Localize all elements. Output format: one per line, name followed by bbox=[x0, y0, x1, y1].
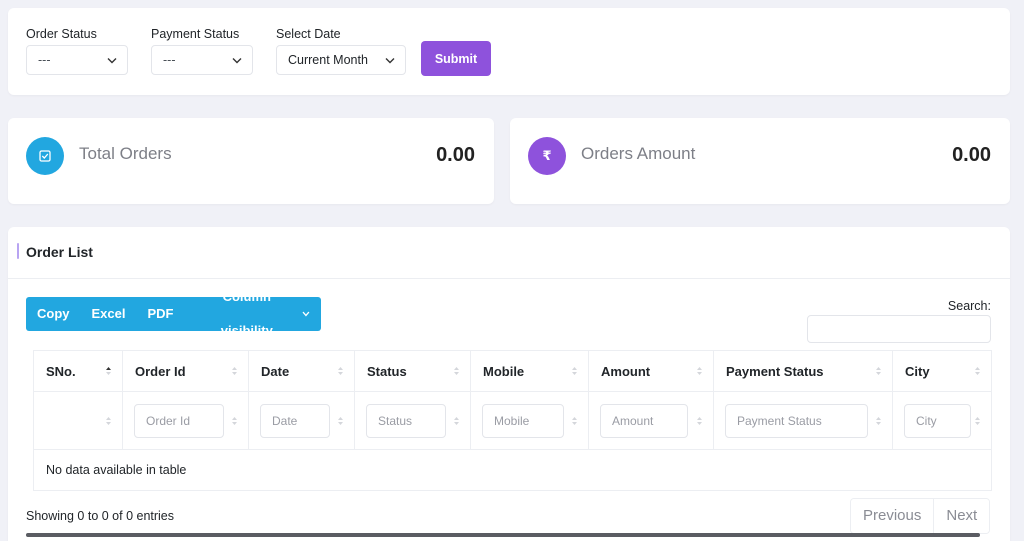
sort-icon bbox=[876, 416, 881, 425]
order-id-filter-input[interactable]: Order Id bbox=[134, 403, 224, 438]
date-filter-input[interactable]: Date bbox=[260, 403, 330, 438]
filter-cell-sno bbox=[33, 391, 123, 450]
title-accent-bar bbox=[17, 243, 19, 259]
sort-icon bbox=[454, 416, 459, 425]
order-list-card: Order List Copy Excel PDF Column visibil… bbox=[8, 227, 1010, 541]
total-orders-card: Total Orders 0.00 bbox=[8, 118, 494, 204]
chevron-down-icon bbox=[385, 57, 395, 63]
pagination: Previous Next bbox=[850, 498, 991, 534]
sort-icon bbox=[232, 367, 237, 375]
filter-cell-date: Date bbox=[248, 391, 355, 450]
city-filter-input[interactable]: City bbox=[904, 403, 971, 438]
column-header-label: City bbox=[905, 363, 930, 379]
payment-status-value: --- bbox=[163, 53, 176, 67]
mobile-filter-input[interactable]: Mobile bbox=[482, 403, 564, 438]
search-input[interactable] bbox=[807, 315, 991, 343]
order-status-value: --- bbox=[38, 53, 51, 67]
column-filter-row: Order Id Date Status Mobile Amount Payme… bbox=[33, 391, 992, 450]
sort-icon bbox=[697, 367, 702, 375]
select-date-label: Select Date bbox=[276, 27, 341, 41]
sort-icon bbox=[975, 367, 980, 375]
sort-icon bbox=[876, 367, 881, 375]
order-status-select[interactable]: --- bbox=[26, 45, 128, 75]
order-status-filter: Order Status --- bbox=[26, 27, 128, 75]
column-header-date[interactable]: Date bbox=[248, 350, 355, 392]
sort-icon bbox=[572, 367, 577, 375]
excel-button[interactable]: Excel bbox=[81, 297, 137, 331]
column-header-label: Date bbox=[261, 363, 290, 379]
checkbox-icon bbox=[26, 137, 64, 175]
chevron-down-icon bbox=[232, 57, 242, 63]
column-visibility-label: Column visibility bbox=[220, 289, 273, 338]
select-date-select[interactable]: Current Month bbox=[276, 45, 406, 75]
order-list-title: Order List bbox=[26, 244, 93, 260]
column-header-label: Mobile bbox=[483, 363, 525, 379]
horizontal-scrollbar[interactable] bbox=[26, 533, 980, 537]
column-header-label: Order Id bbox=[135, 363, 186, 379]
filter-cell-order-id: Order Id bbox=[122, 391, 249, 450]
orders-amount-card: ₹ Orders Amount 0.00 bbox=[510, 118, 1010, 204]
amount-filter-input[interactable]: Amount bbox=[600, 403, 688, 438]
sort-icon bbox=[232, 416, 237, 425]
payment-status-label: Payment Status bbox=[151, 27, 240, 41]
column-visibility-button[interactable]: Column visibility bbox=[184, 289, 321, 338]
export-button-group: Copy Excel PDF Column visibility bbox=[26, 289, 321, 338]
payment-status-filter-input[interactable]: Payment Status bbox=[725, 403, 868, 438]
chevron-down-icon bbox=[302, 311, 310, 317]
sort-icon bbox=[975, 416, 980, 425]
copy-button[interactable]: Copy bbox=[26, 297, 81, 331]
orders-amount-label: Orders Amount bbox=[581, 144, 696, 163]
order-table: SNo. Order Id Date Status Mobile Amount … bbox=[33, 350, 992, 491]
sort-icon bbox=[697, 416, 702, 425]
column-header-order-id[interactable]: Order Id bbox=[122, 350, 249, 392]
sort-icon bbox=[572, 416, 577, 425]
table-header-row: SNo. Order Id Date Status Mobile Amount … bbox=[33, 350, 992, 392]
total-orders-label: Total Orders bbox=[79, 144, 172, 163]
rupee-icon: ₹ bbox=[528, 137, 566, 175]
submit-button[interactable]: Submit bbox=[421, 41, 491, 76]
column-header-amount[interactable]: Amount bbox=[588, 350, 714, 392]
column-header-label: Payment Status bbox=[726, 363, 824, 379]
next-page-button[interactable]: Next bbox=[934, 499, 990, 533]
column-header-label: SNo. bbox=[46, 363, 76, 379]
column-header-status[interactable]: Status bbox=[354, 350, 471, 392]
orders-amount-value: 0.00 bbox=[952, 144, 991, 166]
pdf-button[interactable]: PDF bbox=[136, 297, 184, 331]
payment-status-select[interactable]: --- bbox=[151, 45, 253, 75]
filter-cell-city: City bbox=[892, 391, 992, 450]
table-info: Showing 0 to 0 of 0 entries bbox=[26, 509, 175, 523]
select-date-filter: Select Date Current Month bbox=[276, 27, 406, 75]
column-header-mobile[interactable]: Mobile bbox=[470, 350, 589, 392]
column-header-payment-status[interactable]: Payment Status bbox=[713, 350, 893, 392]
column-header-city[interactable]: City bbox=[892, 350, 992, 392]
sort-icon bbox=[106, 416, 111, 425]
filter-cell-status: Status bbox=[354, 391, 471, 450]
column-header-label: Amount bbox=[601, 363, 651, 379]
sort-icon bbox=[338, 367, 343, 375]
filter-cell-payment-status: Payment Status bbox=[713, 391, 893, 450]
order-status-label: Order Status bbox=[26, 27, 97, 41]
total-orders-value: 0.00 bbox=[436, 144, 475, 166]
payment-status-filter: Payment Status --- bbox=[151, 27, 253, 75]
filter-cell-mobile: Mobile bbox=[470, 391, 589, 450]
table-row: No data available in table bbox=[33, 449, 992, 491]
empty-table-message: No data available in table bbox=[33, 449, 992, 491]
divider bbox=[8, 278, 1010, 279]
filter-panel: Order Status --- Payment Status --- Sele… bbox=[8, 8, 1010, 95]
chevron-down-icon bbox=[107, 57, 117, 63]
sort-asc-icon bbox=[106, 367, 111, 375]
search-label: Search: bbox=[947, 299, 991, 313]
sort-icon bbox=[454, 367, 459, 375]
sort-icon bbox=[338, 416, 343, 425]
select-date-value: Current Month bbox=[288, 53, 368, 67]
column-header-label: Status bbox=[367, 363, 407, 379]
column-header-sno[interactable]: SNo. bbox=[33, 350, 123, 392]
previous-page-button[interactable]: Previous bbox=[851, 499, 935, 533]
status-filter-input[interactable]: Status bbox=[366, 403, 446, 438]
filter-cell-amount: Amount bbox=[588, 391, 714, 450]
